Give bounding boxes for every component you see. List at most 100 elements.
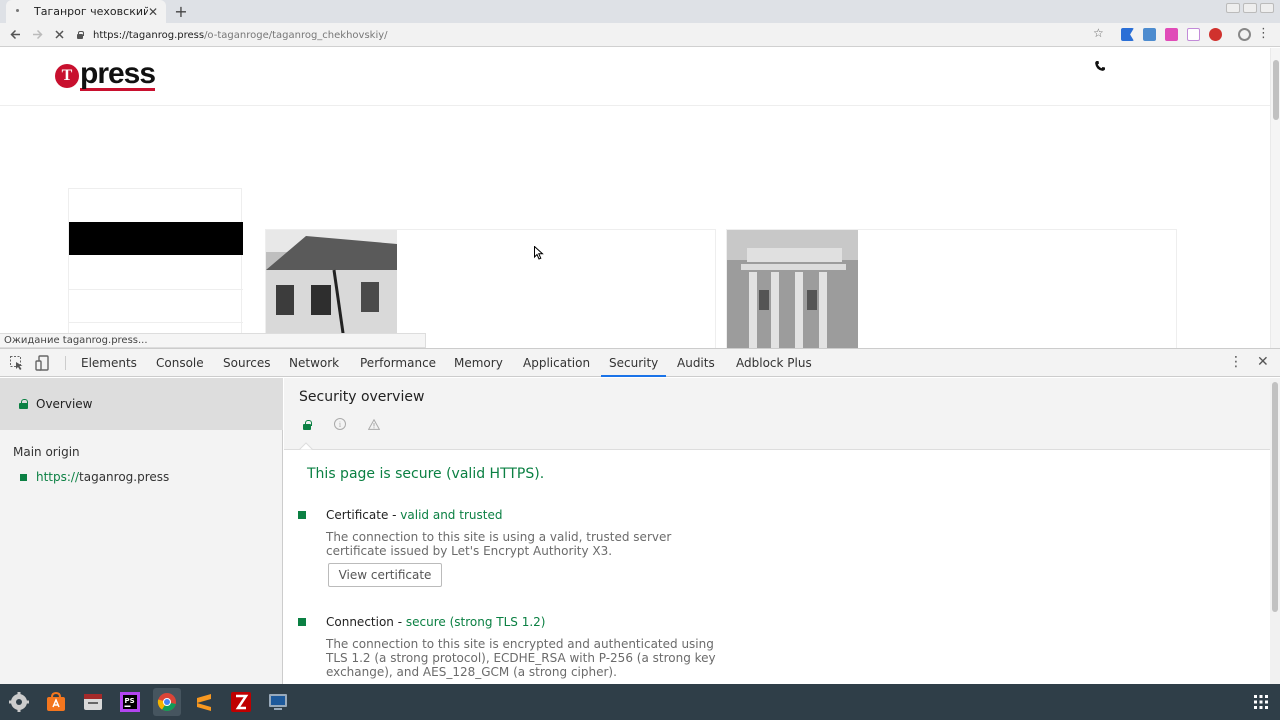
security-summary: This page is secure (valid HTTPS). [307,466,545,482]
connection-label: Connection - [326,615,406,629]
color-extension-icon[interactable] [1165,28,1178,41]
store-app-icon[interactable] [42,688,70,716]
window-controls [1226,3,1274,13]
certificate-status: valid and trusted [400,508,503,522]
article-card[interactable] [726,229,1177,348]
logo-mark: T [55,63,79,88]
devtools-close-icon[interactable]: ✕ [1257,354,1269,370]
sidebar-item-origin[interactable]: https://taganrog.press [20,470,169,484]
close-window-button[interactable] [1260,3,1274,13]
url-path: /o-taganroge/taganrog_chekhovskiy/ [204,29,388,41]
page-scrollbar[interactable] [1270,48,1280,348]
tab-network[interactable]: Network [281,349,347,377]
tab-security[interactable]: Security [601,349,667,377]
toolbar-divider [65,356,66,370]
forward-button[interactable] [26,24,48,46]
lock-icon [76,31,84,39]
devtools-menu-icon[interactable]: ⋮ [1229,354,1243,370]
site-logo[interactable]: T press [55,57,156,91]
tab-close-icon[interactable]: ✕ [148,5,158,19]
mouse-cursor-icon [534,246,544,260]
sidebar-widget [68,188,243,348]
profile-avatar-icon[interactable] [1238,28,1251,41]
devtools-scrollbar[interactable] [1270,378,1280,685]
tab-console[interactable]: Console [148,349,212,377]
security-sidebar: Overview Main origin https://taganrog.pr… [0,378,283,685]
selection-pointer [299,442,313,450]
address-bar[interactable]: https://taganrog.press/o-taganroge/tagan… [76,26,1112,44]
back-arrow-icon [9,29,20,40]
scrollbar-thumb[interactable] [1272,382,1278,612]
tab-adblock-plus[interactable]: Adblock Plus [728,349,820,377]
extensions-bar [1121,28,1222,41]
tab-memory[interactable]: Memory [446,349,511,377]
logo-word: press [80,57,156,91]
secure-status-icon [20,473,27,481]
tab-elements[interactable]: Elements [73,349,145,377]
tab-audits[interactable]: Audits [669,349,723,377]
adblock-extension-icon[interactable] [1209,28,1222,41]
security-header: Security overview i [284,378,1270,450]
bookmark-star-icon[interactable]: ☆ [1093,26,1104,40]
tab-application[interactable]: Application [515,349,598,377]
stop-button[interactable] [48,24,70,46]
devtools-tabbar: Elements Console Sources Network Performance… [0,349,1280,377]
warning-icon [368,418,380,430]
origin-scheme: https:// [36,470,80,484]
filezilla-app-icon[interactable] [227,688,255,716]
url-host: https://taganrog.press [93,29,205,41]
secure-lock-icon [302,419,312,430]
device-toolbar-icon[interactable] [35,355,51,371]
certificate-heading: Certificate - valid and trusted [326,508,502,522]
security-main: Security overview i This page is secure … [284,378,1270,685]
certificate-label: Certificate - [326,508,401,522]
browser-menu-icon[interactable]: ⋮ [1257,26,1270,41]
favicon-icon [14,7,24,17]
page-title: Security overview [299,389,425,405]
sidebar-item-overview[interactable]: Overview [0,378,283,430]
minimize-button[interactable] [1226,3,1240,13]
tab-sources[interactable]: Sources [215,349,278,377]
new-tab-button[interactable]: + [172,2,190,21]
stop-icon [54,30,64,39]
view-certificate-button[interactable]: View certificate [328,563,442,587]
devtools-panel: Elements Console Sources Network Performance… [0,348,1280,685]
tab-performance[interactable]: Performance [352,349,444,377]
house-photo [266,230,397,348]
app-grid-icon[interactable] [1254,695,1268,709]
connection-description: The connection to this site is encrypted… [326,637,716,679]
maximize-button[interactable] [1243,3,1257,13]
secure-status-icon [298,618,306,626]
security-state-icons: i [302,418,380,430]
wave-extension-icon[interactable] [1187,28,1200,41]
browser-toolbar: https://taganrog.press/o-taganroge/tagan… [0,23,1280,47]
divider [69,322,243,323]
divider [69,289,243,290]
browser-tab[interactable]: Таганрог чеховский ✕ [6,0,166,23]
library-photo [727,230,858,348]
settings-app-icon[interactable] [5,688,33,716]
phpstorm-app-icon[interactable]: PS [116,688,144,716]
back-button[interactable] [4,24,26,46]
scrollbar-thumb[interactable] [1273,60,1279,120]
chrome-app-icon[interactable] [153,688,181,716]
main-origin-heading: Main origin [13,445,80,459]
files-app-icon[interactable] [79,688,107,716]
lock-icon [19,399,28,409]
tab-title: Таганрог чеховский [34,5,148,18]
vm-app-icon[interactable] [264,688,292,716]
site-header: T press [0,48,1270,106]
loading-status: Ожидание taganrog.press... [0,333,426,348]
info-icon: i [334,418,346,430]
screenshot-extension-icon[interactable] [1143,28,1156,41]
os-taskbar: PS [0,684,1280,720]
article-card[interactable] [265,229,716,348]
flag-extension-icon[interactable] [1121,28,1134,41]
inspect-element-icon[interactable] [9,355,25,371]
sidebar-black-bar [69,222,243,255]
browser-tabstrip: Таганрог чеховский ✕ + [0,0,1280,23]
phone-icon[interactable] [1094,60,1106,72]
sidebar-item-label: Overview [36,397,93,411]
sublime-app-icon[interactable] [190,688,218,716]
certificate-description: The connection to this site is using a v… [326,530,672,558]
